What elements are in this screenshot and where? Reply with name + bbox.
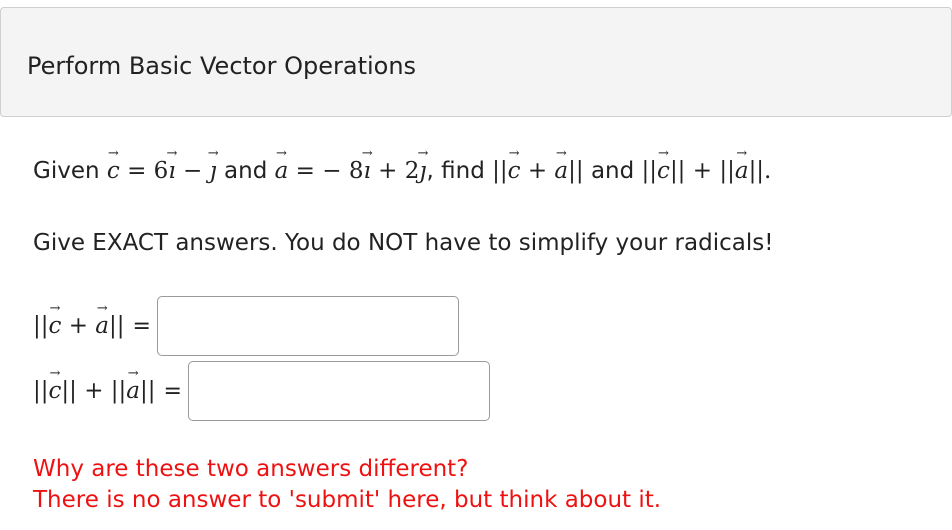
problem-header: Perform Basic Vector Operations xyxy=(0,7,952,117)
answer-row-2: ||c|| + ||a|| = xyxy=(33,361,490,421)
vector-c-3: c xyxy=(657,158,670,184)
sum-norms-expr: ||c|| + ||a||. xyxy=(642,158,772,184)
unit-j-2: ȷ xyxy=(419,158,426,184)
equals-sign: = xyxy=(127,158,147,184)
note-line-1: Why are these two answers different? xyxy=(33,456,469,482)
minus-sign: − xyxy=(182,158,203,184)
answer-input-norm-of-sum[interactable] xyxy=(156,296,459,356)
vector-a: a xyxy=(275,158,289,184)
plus-sign-5: + xyxy=(84,378,104,404)
answer-input-sum-of-norms[interactable] xyxy=(187,361,490,421)
and-label-2: and xyxy=(590,158,635,184)
plus-sign-3: + xyxy=(692,158,713,184)
norm-sum-expr: ||c + a|| xyxy=(492,158,584,184)
page-title: Perform Basic Vector Operations xyxy=(27,52,417,80)
problem-statement: Given c = 6ı − ȷ and a = − 8ı + 2ȷ, find… xyxy=(33,158,771,184)
instruction-text: Give EXACT answers. You do NOT have to s… xyxy=(33,230,774,256)
given-label: Given xyxy=(33,158,100,184)
answer-row-1: ||c + a|| = xyxy=(33,296,459,356)
unit-i: ı xyxy=(168,158,175,184)
unit-i-2: ı xyxy=(363,158,370,184)
note-line-2: There is no answer to 'submit' here, but… xyxy=(33,487,662,513)
plus-sign-2: + xyxy=(527,158,548,184)
find-label: , find xyxy=(426,158,485,184)
equals-sign-2: = xyxy=(295,158,315,184)
vector-c: c xyxy=(107,158,120,184)
answer-equals-1: = xyxy=(132,313,151,339)
vector-c-2: c xyxy=(508,158,521,184)
vector-a-4: a xyxy=(95,313,109,339)
a-coefficient-j: 2 xyxy=(404,158,420,184)
vector-a-5: a xyxy=(126,378,140,404)
plus-sign-4: + xyxy=(68,313,88,339)
c-coefficient-i: 6 xyxy=(153,158,169,184)
unit-j: ȷ xyxy=(210,158,217,184)
vector-a-2: a xyxy=(554,158,568,184)
vector-a-3: a xyxy=(735,158,749,184)
vector-c-5: c xyxy=(49,378,62,404)
a-coefficient-i: − 8 xyxy=(322,158,364,184)
and-label: and xyxy=(224,158,268,184)
plus-sign: + xyxy=(378,158,398,184)
answer-label-1: ||c + a|| xyxy=(33,313,125,339)
answer-label-2: ||c|| + ||a|| xyxy=(33,378,156,404)
answer-equals-2: = xyxy=(163,378,182,404)
vector-c-4: c xyxy=(49,313,62,339)
